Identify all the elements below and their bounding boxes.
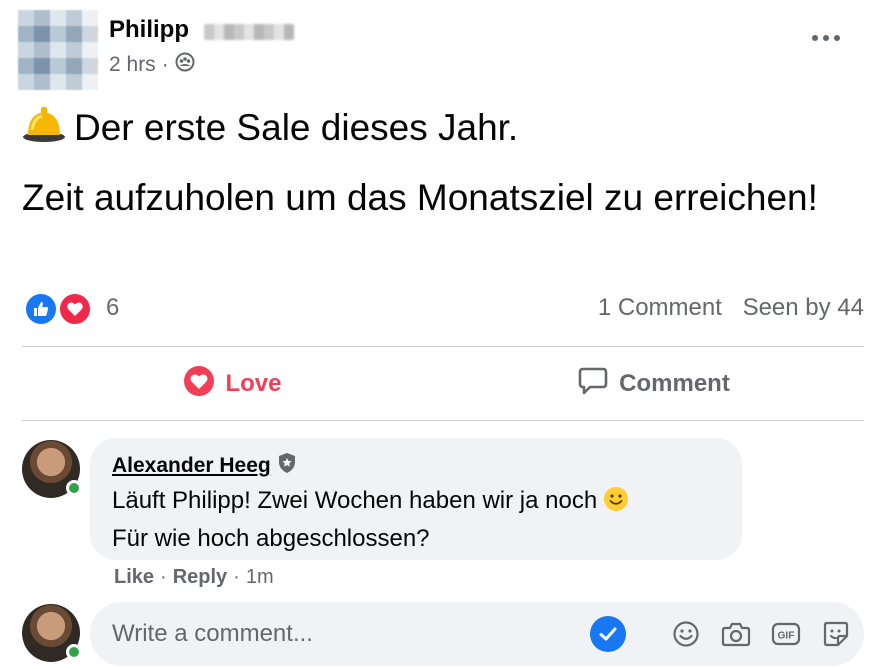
shield-badge-icon [277,452,297,480]
post-line-1-text: Der erste Sale dieses Jahr. [74,107,519,148]
comment-author: Alexander Heeg [112,452,720,480]
comment-reply-link[interactable]: Reply [173,566,227,589]
comment-like-link[interactable]: Like [114,566,154,589]
divider [22,420,864,421]
author-surname-blur [204,24,294,40]
post-header: Philipp 2 hrs · [18,10,853,90]
svg-text:GIF: GIF [778,631,795,642]
smile-emoji-icon [603,486,629,522]
meta-separator: · [161,53,169,76]
post-meta: 2 hrs · [109,52,195,78]
comment-line-1-text: Läuft Philipp! Zwei Wochen haben wir ja … [112,487,598,514]
bell-emoji-icon [22,100,66,158]
comment-separator: · [233,566,240,588]
emoji-icon[interactable] [670,618,702,650]
reaction-count[interactable]: 6 [106,294,119,322]
comment-line-2: Für wie hoch abgeschlossen? [112,525,430,552]
post-line-2: Zeit aufzuholen um das Monatsziel zu err… [22,177,818,218]
gif-icon[interactable]: GIF [770,618,802,650]
post-body: Der erste Sale dieses Jahr. Zeit aufzuho… [22,100,852,238]
post-time[interactable]: 2 hrs [109,53,156,77]
composer-tools: GIF [590,602,852,666]
comment-time[interactable]: 1m [246,566,274,589]
divider [22,346,864,347]
post-stats: 1 Comment Seen by 44 [598,294,864,322]
comment-button-label: Comment [619,370,730,397]
post-author-name[interactable]: Philipp [109,16,189,44]
comment-actions: Like · Reply · 1m [114,566,274,589]
love-reaction-icon [58,292,92,326]
more-options-icon[interactable] [809,28,843,48]
comment-author-name[interactable]: Alexander Heeg [112,454,271,478]
reactions-summary: 6 1 Comment Seen by 44 [22,290,864,326]
comment-bubble: Alexander Heeg Läuft Philipp! Zwei Woche… [90,438,742,560]
author-avatar[interactable] [18,10,98,90]
current-user-avatar[interactable] [22,604,82,662]
check-icon[interactable] [590,616,626,652]
online-status-dot [66,480,82,496]
comment-count[interactable]: 1 Comment [598,294,722,321]
comment-bubble-icon [577,365,609,404]
camera-icon[interactable] [720,618,752,650]
love-button[interactable]: Love [22,348,443,420]
sticker-icon[interactable] [820,618,852,650]
like-reaction-icon [24,292,58,326]
love-button-label: Love [225,370,282,397]
post-actions: Love Comment [22,348,864,420]
comment-separator: · [160,566,167,588]
comment-input[interactable] [112,602,582,666]
online-status-dot [66,644,82,660]
heart-icon [183,365,215,404]
comment-input-box: GIF [90,602,864,666]
comment-button[interactable]: Comment [443,348,864,420]
comment-line-1: Läuft Philipp! Zwei Wochen haben wir ja … [112,484,720,522]
group-audience-icon [175,52,195,78]
seen-count[interactable]: Seen by 44 [743,294,864,321]
comment-text: Läuft Philipp! Zwei Wochen haben wir ja … [112,484,720,556]
commenter-avatar[interactable] [22,440,82,498]
reaction-icons[interactable] [24,292,96,326]
comment-composer: GIF [22,602,864,666]
post-line-1: Der erste Sale dieses Jahr. [22,100,852,158]
